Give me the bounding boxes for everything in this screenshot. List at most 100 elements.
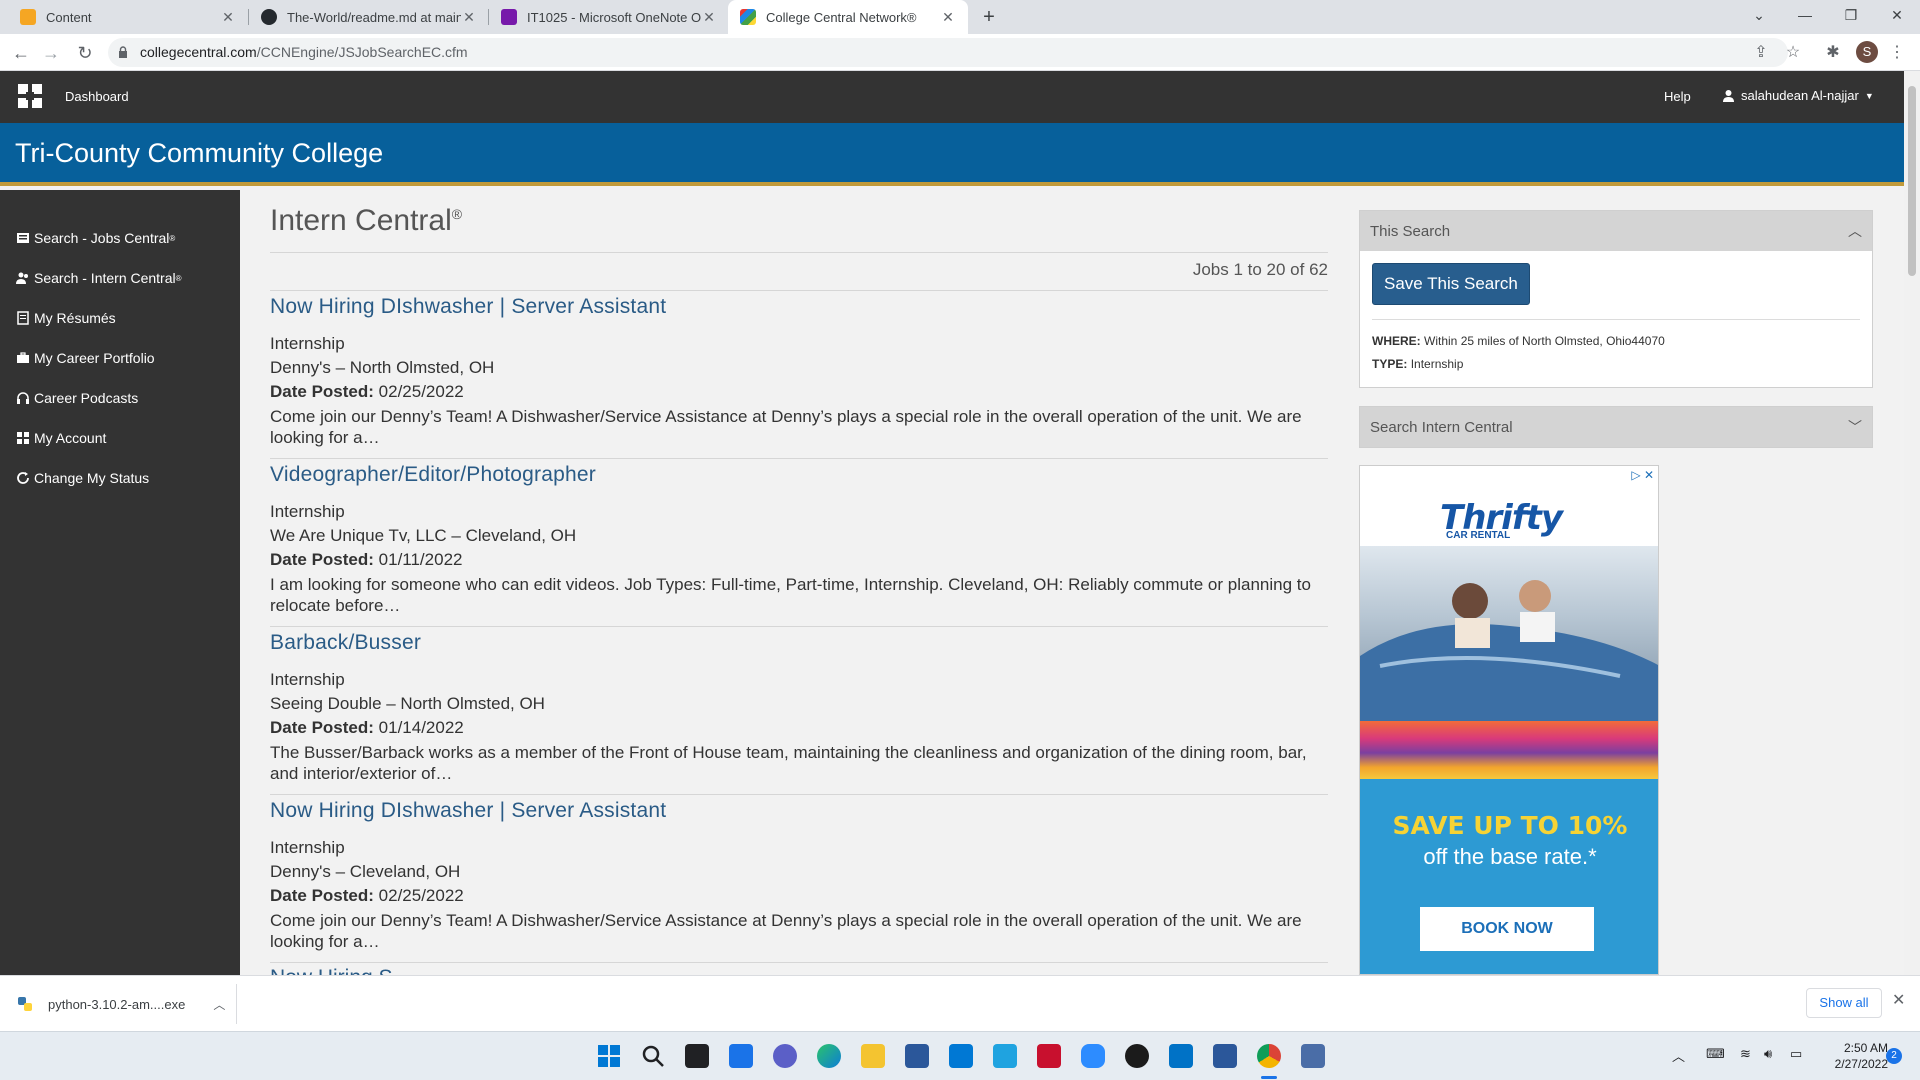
page-title-text: Intern Central <box>270 204 452 237</box>
sidebar-item-my-career-portfolio[interactable]: My Career Portfolio <box>0 338 240 378</box>
job-description: Come join our Denny’s Team! A Dishwasher… <box>270 911 1302 951</box>
forward-arrow-icon[interactable]: → <box>38 40 64 66</box>
tab-college-central[interactable]: College Central Network® ✕ <box>728 0 968 34</box>
show-hidden-icons-chevron-icon[interactable]: ︿ <box>1672 1046 1685 1065</box>
download-item[interactable]: python-3.10.2-am....exe ︿ <box>16 988 236 1020</box>
sidebar-item-search-intern-central[interactable]: Search - Intern Central ® <box>0 258 240 298</box>
tab-github[interactable]: The-World/readme.md at main · ✕ <box>249 0 489 34</box>
dashboard-link[interactable]: Dashboard <box>65 89 129 104</box>
share-icon[interactable]: ⇪ <box>1748 40 1774 66</box>
job-title-link[interactable]: Barback/Busser <box>270 631 1328 655</box>
job-date-posted: Date Posted: 01/11/2022 <box>270 548 1328 572</box>
sidebar-item-my-account[interactable]: My Account <box>0 418 240 458</box>
minimize-button[interactable]: — <box>1782 0 1828 34</box>
close-tab-icon[interactable]: ✕ <box>701 9 717 26</box>
college-banner: Tri-County Community College <box>0 123 1904 186</box>
close-tab-icon[interactable]: ✕ <box>461 9 477 26</box>
word-icon[interactable] <box>1213 1044 1237 1068</box>
registered-mark: ® <box>169 233 176 243</box>
maximize-button[interactable]: ❐ <box>1828 0 1874 34</box>
edge-icon[interactable] <box>817 1044 841 1068</box>
tab-search-chevron-icon[interactable]: ⌄ <box>1736 0 1782 34</box>
sidebar-item-search-jobs-central[interactable]: Search - Jobs Central ® <box>0 218 240 258</box>
l-app-icon[interactable] <box>993 1044 1017 1068</box>
system-clock[interactable]: 2:50 AM 2/27/2022 <box>1818 1040 1888 1072</box>
college-central-favicon-icon <box>740 9 756 25</box>
save-this-search-button[interactable]: Save This Search <box>1372 263 1530 305</box>
file-explorer-icon[interactable] <box>861 1044 885 1068</box>
address-bar[interactable]: collegecentral.com/CCNEngine/JSJobSearch… <box>108 38 1788 67</box>
reload-icon[interactable]: ↻ <box>72 40 98 66</box>
date-value: 01/11/2022 <box>378 550 463 569</box>
job-title-link[interactable]: Now Hiring DIshwasher | Server Assistant <box>270 295 1328 319</box>
sidebar-item-career-podcasts[interactable]: Career Podcasts <box>0 378 240 418</box>
sidebar-item-label: My Account <box>34 430 107 446</box>
ad-book-now-button[interactable]: BOOK NOW <box>1420 907 1594 951</box>
sidebar-item-my-resumes[interactable]: My Résumés <box>0 298 240 338</box>
chevron-up-icon[interactable]: ︿ <box>213 996 225 1013</box>
sidebar-item-change-my-status[interactable]: Change My Status <box>0 458 240 498</box>
menu-kebab-icon[interactable]: ⋮ <box>1884 40 1910 66</box>
mail-icon[interactable] <box>949 1044 973 1068</box>
advertisement[interactable]: Thrifty CAR RENTAL ▷ ✕ SAVE UP TO 10% of… <box>1359 465 1659 975</box>
wifi-icon[interactable]: ≋ <box>1740 1046 1751 1062</box>
teams-chat-icon[interactable] <box>773 1044 797 1068</box>
chevron-up-icon[interactable]: ︿ <box>1848 221 1862 241</box>
help-link[interactable]: Help <box>1664 89 1691 104</box>
job-title-link[interactable]: Videographer/Editor/Photographer <box>270 463 1328 487</box>
camera-app-icon[interactable] <box>1125 1044 1149 1068</box>
search-intern-central-header[interactable]: Search Intern Central ﹀ <box>1360 407 1872 447</box>
profile-avatar[interactable]: S <box>1856 41 1878 63</box>
search-intern-central-panel: Search Intern Central ﹀ <box>1359 406 1873 448</box>
task-view-icon[interactable] <box>685 1044 709 1068</box>
where-label: WHERE: <box>1372 334 1421 348</box>
job-type: Internship <box>270 838 345 857</box>
search-icon[interactable] <box>641 1044 665 1068</box>
keyboard-icon[interactable]: ⌨ <box>1706 1046 1725 1062</box>
outlook-icon[interactable] <box>1169 1044 1193 1068</box>
chevron-down-icon[interactable]: ﹀ <box>1848 417 1862 437</box>
download-shelf: python-3.10.2-am....exe ︿ Show all ✕ <box>0 975 1920 1031</box>
remote-desktop-icon[interactable] <box>1301 1044 1325 1068</box>
tab-content[interactable]: Content ✕ <box>8 0 248 34</box>
back-arrow-icon[interactable]: ← <box>8 40 34 66</box>
zoom-icon[interactable] <box>1081 1044 1105 1068</box>
show-all-button[interactable]: Show all <box>1806 988 1882 1018</box>
window-close-button[interactable]: ✕ <box>1874 0 1920 34</box>
page-scrollbar[interactable] <box>1904 71 1920 975</box>
lock-icon <box>119 46 127 58</box>
close-shelf-icon[interactable]: ✕ <box>1892 990 1905 1010</box>
site-top-bar: Dashboard Help salahudean Al-najjar ▼ <box>0 71 1904 123</box>
python-installer-icon <box>18 997 32 1011</box>
tab-onenote[interactable]: IT1025 - Microsoft OneNote Onli ✕ <box>489 0 729 34</box>
registered-mark: ® <box>451 206 463 222</box>
close-tab-icon[interactable]: ✕ <box>220 9 236 26</box>
battery-icon[interactable]: ▭ <box>1790 1046 1802 1062</box>
tab-title: The-World/readme.md at main · <box>287 9 461 25</box>
microsoft-store-icon[interactable] <box>905 1044 929 1068</box>
clock-time: 2:50 AM <box>1843 1041 1888 1055</box>
chrome-icon[interactable] <box>1257 1044 1281 1068</box>
close-tab-icon[interactable]: ✕ <box>940 9 956 26</box>
ccn-logo-icon[interactable] <box>18 84 42 108</box>
new-tab-button[interactable]: + <box>976 4 1002 30</box>
results-count: Jobs 1 to 20 of 62 <box>1192 260 1328 279</box>
job-date-posted: Date Posted: 02/25/2022 <box>270 380 1328 404</box>
this-search-header[interactable]: This Search ︿ <box>1360 211 1872 251</box>
ad-choices-close-icon[interactable]: ▷ ✕ <box>1631 468 1654 482</box>
widgets-icon[interactable] <box>729 1044 753 1068</box>
job-title-link[interactable]: Now Hiring DIshwasher | Server Assistant <box>270 799 1328 823</box>
job-listing: Now Hiring DIshwasher | Server Assistant… <box>270 799 1328 952</box>
sidebar: Search - Jobs Central ® Search - Intern C… <box>0 190 240 975</box>
scrollbar-thumb[interactable] <box>1908 86 1916 276</box>
bookmark-star-icon[interactable]: ☆ <box>1780 40 1806 66</box>
user-menu[interactable]: salahudean Al-najjar ▼ <box>1722 88 1874 103</box>
mcafee-icon[interactable] <box>1037 1044 1061 1068</box>
notification-badge[interactable]: 2 <box>1886 1048 1902 1064</box>
windows-start-icon[interactable] <box>597 1044 621 1068</box>
extensions-puzzle-icon[interactable]: ✱ <box>1820 40 1846 66</box>
sidebar-item-label: Career Podcasts <box>34 390 139 406</box>
where-value: Within 25 miles of North Olmsted, Ohio44… <box>1424 334 1665 348</box>
job-title-link-partial[interactable]: Now Hiring S <box>270 966 393 975</box>
volume-icon[interactable]: 🔊︎ <box>1764 1046 1772 1062</box>
